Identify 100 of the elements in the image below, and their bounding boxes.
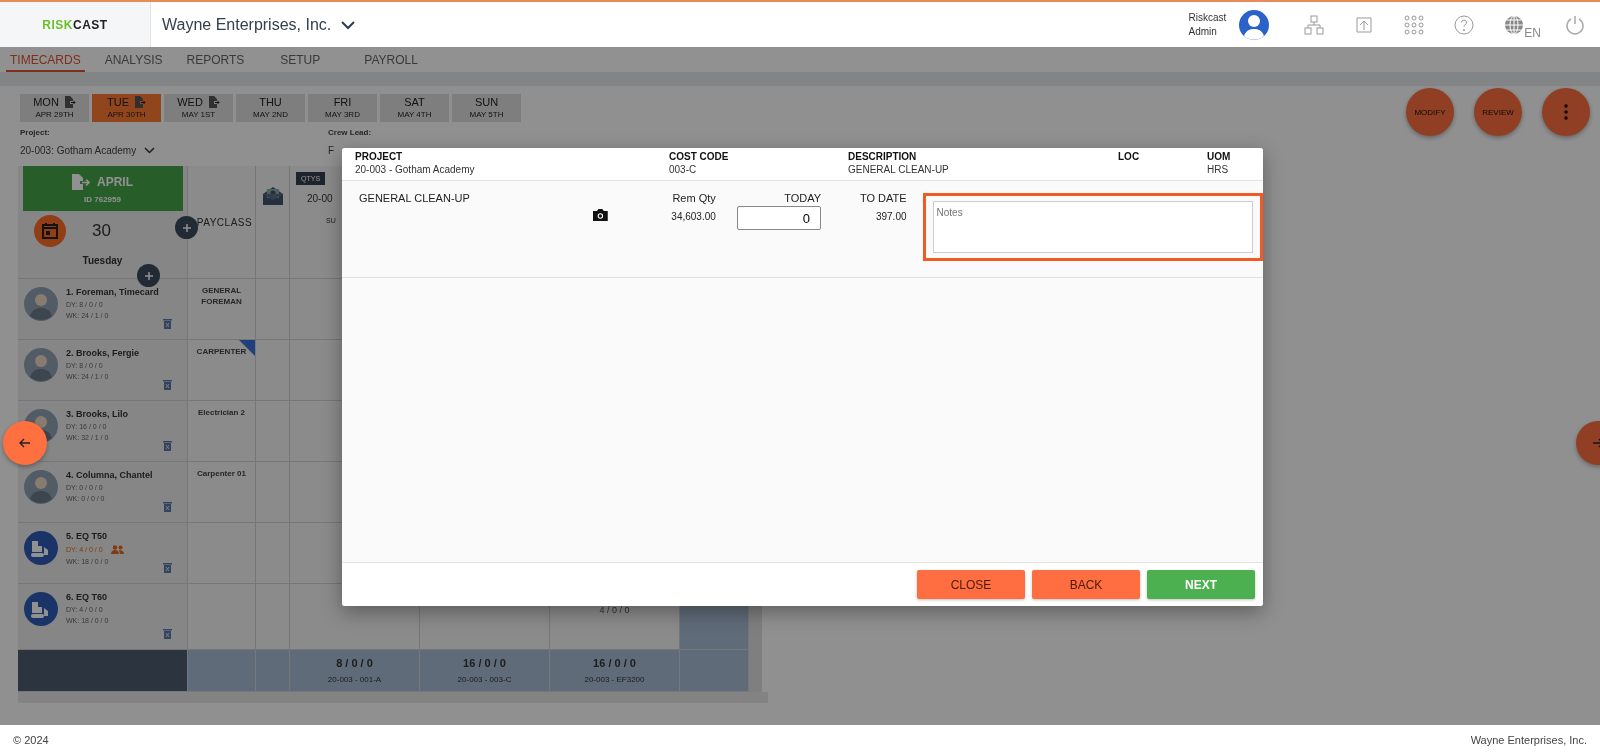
scrollbar[interactable] (18, 692, 768, 703)
trash-icon[interactable] (163, 440, 172, 451)
day-tab[interactable]: WED MAY 1ST (164, 94, 233, 122)
nav-tab[interactable]: SETUP (276, 47, 325, 72)
total-value: 8 / 0 / 0 (336, 657, 373, 669)
camera-icon[interactable] (592, 209, 608, 221)
export-icon (207, 96, 220, 108)
hierarchy-icon[interactable] (1304, 14, 1325, 35)
today-input[interactable]: 0 (737, 206, 821, 230)
trash-icon[interactable] (163, 501, 172, 512)
bulldozer-icon (24, 531, 58, 565)
project-label: Project: (20, 128, 51, 137)
total-value: 16 / 0 / 0 (593, 657, 636, 669)
scrollbar[interactable] (749, 650, 762, 692)
user-avatar-icon[interactable] (1239, 9, 1270, 40)
export-icon (63, 96, 76, 108)
chevron-down-icon[interactable] (341, 19, 356, 30)
cost-code-label: 20-003 - 003-C (457, 675, 512, 684)
payclass-label: Electrician 2 (197, 407, 246, 419)
calendar-icon[interactable] (34, 215, 66, 247)
field-value: HRS (1207, 164, 1230, 175)
add-button[interactable] (175, 216, 198, 239)
field-value: 003-C (669, 164, 698, 175)
trash-icon[interactable] (163, 318, 172, 329)
project-selector[interactable]: 20-003: Gotham Academy (20, 145, 137, 156)
employee-name[interactable]: 2. Brooks, Fergie (66, 348, 181, 358)
crew-lead-label: Crew Lead: (328, 128, 373, 137)
power-icon[interactable] (1565, 14, 1585, 35)
envelope-icon (261, 186, 284, 206)
bulldozer-icon (24, 592, 58, 626)
table-cell (256, 584, 290, 650)
dialog-button[interactable]: NEXT (1147, 570, 1255, 599)
table-cell (188, 650, 256, 692)
employee-name[interactable]: 1. Foreman, Timecard (66, 287, 181, 297)
plus-icon (143, 270, 154, 281)
export-icon (134, 96, 146, 108)
to-date-value: 397.00 (875, 211, 907, 222)
nav-tab[interactable]: REPORTS (182, 47, 249, 72)
trash-icon[interactable] (163, 379, 172, 390)
footer-company: Wayne Enterprises, Inc. (1470, 734, 1587, 746)
employee-name[interactable]: 3. Brooks, Lilo (66, 409, 181, 419)
plus-icon (181, 222, 192, 233)
notes-field[interactable]: Notes (922, 193, 1263, 261)
field-label: COST CODE (669, 151, 730, 162)
day-tab[interactable]: MON APR 29TH (20, 94, 89, 122)
day-number: 30 (92, 221, 111, 241)
logo: RISKCAST (42, 17, 108, 32)
item-title: GENERAL CLEAN-UP (359, 192, 471, 204)
field-label: DESCRIPTION (848, 151, 918, 162)
employee-name[interactable]: 6. EQ T60 (66, 592, 181, 602)
day-tab[interactable]: FRI MAY 3RD (308, 94, 377, 122)
day-tab[interactable]: TUE APR 30TH (92, 94, 161, 122)
avatar-icon (24, 470, 58, 504)
trash-icon[interactable] (163, 562, 172, 573)
month-label: APRIL (97, 174, 133, 189)
avatar-icon (24, 348, 58, 382)
user-name: Riskcast Admin (1188, 10, 1227, 39)
cost-code-label: 20-003 - EF3200 (584, 675, 645, 684)
upload-icon[interactable] (1354, 14, 1375, 35)
day-tab[interactable]: SUN MAY 5TH (452, 94, 521, 122)
add-button[interactable] (137, 264, 160, 287)
more-button[interactable] (1542, 88, 1590, 136)
company-selector[interactable]: Wayne Enterprises, Inc. (162, 15, 332, 34)
timecard-id: ID 762959 (84, 194, 121, 204)
trash-icon[interactable] (163, 628, 172, 639)
export-icon (72, 173, 90, 190)
globe-icon[interactable] (1504, 14, 1525, 35)
apps-grid-icon[interactable] (1404, 14, 1425, 35)
avatar-icon (24, 287, 58, 321)
month-card[interactable]: APRIL ID 762959 (22, 166, 183, 211)
people-icon (110, 545, 124, 554)
weekday-label: Tuesday (82, 255, 123, 266)
employee-name[interactable]: 5. EQ T50 (66, 531, 181, 541)
language-label[interactable]: EN (1524, 25, 1541, 40)
to-date-label: TO DATE (859, 192, 907, 204)
more-icon (1564, 104, 1568, 120)
dialog-button[interactable]: BACK (1032, 570, 1140, 599)
field-label: PROJECT (355, 151, 404, 162)
arrow-left-icon (19, 437, 31, 449)
action-button[interactable]: REVIEW (1474, 88, 1522, 136)
field-value: 20-003 - Gotham Academy (355, 164, 476, 175)
total-value: 16 / 0 / 0 (463, 657, 506, 669)
day-tab[interactable]: SAT MAY 4TH (380, 94, 449, 122)
field-label: LOC (1118, 151, 1141, 162)
field-label: UOM (1207, 151, 1232, 162)
nav-tab[interactable]: PAYROLL (360, 47, 422, 72)
dialog-button[interactable]: CLOSE (917, 570, 1025, 599)
chevron-down-icon[interactable] (144, 147, 156, 154)
day-tab[interactable]: THU MAY 2ND (236, 94, 305, 122)
payclass-label: Carpenter 01 (197, 468, 246, 480)
action-button[interactable]: MODIFY (1406, 88, 1454, 136)
employee-name[interactable]: 4. Columna, Chantel (66, 470, 181, 480)
column-header: PAYCLASS (196, 216, 253, 228)
crew-lead-selector[interactable]: F (328, 145, 335, 156)
today-label: TODAY (784, 192, 821, 204)
payclass-label: GENERAL FOREMAN (200, 285, 243, 308)
cost-code-label: 20-003 - 001-A (327, 675, 382, 684)
nav-tab[interactable]: ANALYSIS (100, 47, 167, 72)
help-icon[interactable] (1454, 14, 1475, 35)
column-header: 20-00 (307, 193, 333, 204)
